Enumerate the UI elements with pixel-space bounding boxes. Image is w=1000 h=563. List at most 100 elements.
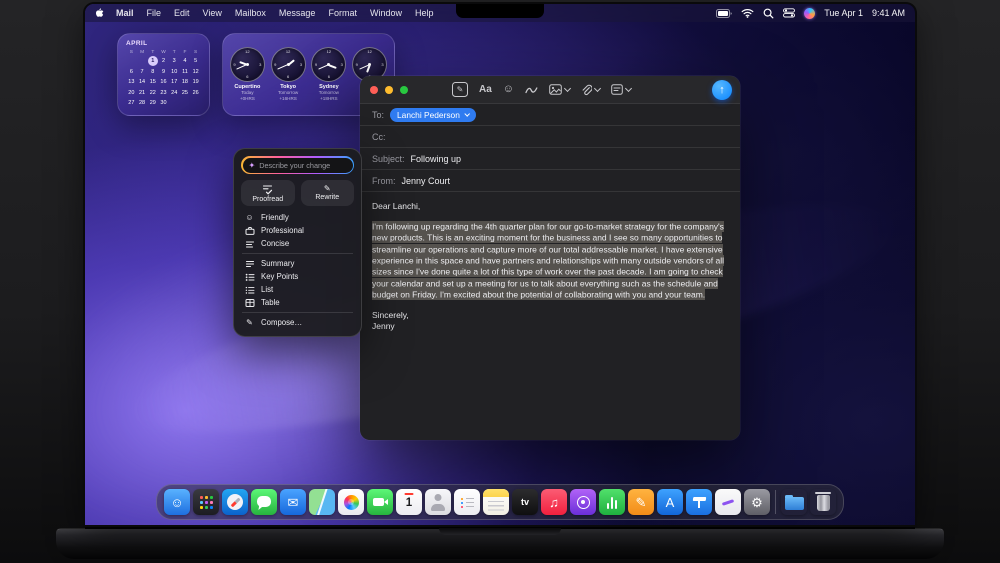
calendar-day[interactable]: 18 — [180, 77, 190, 88]
dock-trash[interactable] — [810, 489, 836, 515]
writing-tools-item-summary[interactable]: Summary — [241, 257, 354, 270]
cc-field[interactable]: Cc: — [360, 126, 740, 148]
dock-tv[interactable]: tv — [512, 489, 538, 515]
dock-app-store[interactable]: A — [657, 489, 683, 515]
calendar-day[interactable]: 16 — [158, 77, 168, 88]
calendar-day[interactable]: 17 — [169, 77, 179, 88]
spotlight-search-icon[interactable] — [763, 8, 774, 19]
dock-calendar[interactable]: 1 — [396, 489, 422, 515]
calendar-day[interactable]: 2 — [158, 56, 168, 67]
calendar-day[interactable]: 3 — [169, 56, 179, 67]
dock-downloads[interactable] — [781, 489, 807, 515]
calendar-day[interactable]: 19 — [191, 77, 201, 88]
format-icon[interactable]: Aa — [479, 84, 492, 95]
calendar-day[interactable]: 22 — [148, 88, 158, 99]
writing-tools-item-table[interactable]: Table — [241, 296, 354, 309]
menu-item-view[interactable]: View — [203, 8, 222, 18]
dock-messages[interactable] — [251, 489, 277, 515]
dock-finder[interactable]: ☺ — [164, 489, 190, 515]
menu-bar-clock[interactable]: 9:41 AM — [872, 8, 905, 18]
minimize-window-button[interactable] — [385, 86, 393, 94]
clock-sydney[interactable]: 12369SydneyTomorrow+18HRS — [309, 47, 349, 101]
calendar-day[interactable]: 14 — [137, 77, 147, 88]
dock-system-settings[interactable]: ⚙ — [744, 489, 770, 515]
emoji-icon[interactable]: ☺ — [503, 84, 514, 95]
menu-item-help[interactable]: Help — [415, 8, 434, 18]
from-field[interactable]: From: Jenny Court — [360, 170, 740, 192]
menu-item-file[interactable]: File — [147, 8, 162, 18]
calendar-day[interactable]: 25 — [180, 88, 190, 99]
calendar-day[interactable]: 8 — [148, 67, 158, 78]
calendar-day[interactable]: 21 — [137, 88, 147, 99]
dock-notes[interactable] — [483, 489, 509, 515]
proofread-button[interactable]: Proofread — [241, 180, 295, 206]
writing-tools-item-compose[interactable]: ✎ Compose… — [241, 316, 354, 329]
calendar-day[interactable]: 27 — [126, 98, 136, 109]
zoom-window-button[interactable] — [400, 86, 408, 94]
photo-browser-icon[interactable] — [549, 84, 570, 95]
menu-bar-date[interactable]: Tue Apr 1 — [824, 8, 863, 18]
dock-podcasts[interactable] — [570, 489, 596, 515]
calendar-day[interactable]: 6 — [126, 67, 136, 78]
dock-music[interactable]: ♫ — [541, 489, 567, 515]
dock-photos[interactable] — [338, 489, 364, 515]
siri-icon[interactable] — [804, 8, 815, 19]
text-scan-icon[interactable] — [611, 84, 631, 95]
writing-tools-item-friendly[interactable]: ☺ Friendly — [241, 211, 354, 224]
close-window-button[interactable] — [370, 86, 378, 94]
apple-menu-icon[interactable] — [95, 7, 105, 19]
calendar-day[interactable]: 9 — [158, 67, 168, 78]
calendar-day[interactable]: 24 — [169, 88, 179, 99]
clock-tokyo[interactable]: 12369TokyoTomorrow+16HRS — [268, 47, 308, 101]
calendar-day[interactable]: 29 — [148, 98, 158, 109]
writing-tools-item-professional[interactable]: Professional — [241, 224, 354, 237]
dock-maps[interactable] — [309, 489, 335, 515]
calendar-day[interactable]: 10 — [169, 67, 179, 78]
calendar-day[interactable]: 26 — [191, 88, 201, 99]
dock-freeform[interactable] — [715, 489, 741, 515]
rewrite-button[interactable]: ✎ Rewrite — [301, 180, 355, 206]
subject-field[interactable]: Subject: Following up — [360, 148, 740, 170]
calendar-day[interactable]: 12 — [191, 67, 201, 78]
clock-cupertino[interactable]: 12369CupertinoToday+0HRS — [227, 47, 267, 101]
calendar-day[interactable]: 7 — [137, 67, 147, 78]
menu-item-edit[interactable]: Edit — [174, 8, 190, 18]
to-field[interactable]: To: Lanchi Pederson — [360, 104, 740, 126]
writing-tools-toolbar-icon[interactable]: ✎ — [452, 82, 468, 97]
calendar-day[interactable]: 23 — [158, 88, 168, 99]
mail-body[interactable]: Dear Lanchi, I'm following up regarding … — [360, 192, 740, 342]
markup-icon[interactable] — [525, 85, 538, 95]
selected-text[interactable]: I'm following up regarding the 4th quart… — [372, 221, 724, 300]
send-button[interactable]: ↑ — [712, 80, 732, 100]
calendar-day[interactable]: 13 — [126, 77, 136, 88]
dock-pages[interactable]: ✎ — [628, 489, 654, 515]
calendar-day[interactable]: 15 — [148, 77, 158, 88]
attach-icon[interactable] — [581, 84, 600, 96]
menu-item-message[interactable]: Message — [279, 8, 316, 18]
calendar-day[interactable]: 5 — [191, 56, 201, 67]
dock-mail[interactable]: ✉ — [280, 489, 306, 515]
writing-tools-item-list[interactable]: List — [241, 283, 354, 296]
battery-icon[interactable] — [716, 9, 732, 18]
dock-contacts[interactable] — [425, 489, 451, 515]
dock-reminders[interactable] — [454, 489, 480, 515]
calendar-day[interactable]: 11 — [180, 67, 190, 78]
calendar-day[interactable]: 20 — [126, 88, 136, 99]
calendar-day[interactable]: 28 — [137, 98, 147, 109]
calendar-widget[interactable]: APRIL SMTWTFS 12345678910111213141516171… — [117, 33, 210, 116]
calendar-day[interactable]: 30 — [158, 98, 168, 109]
dock-safari[interactable] — [222, 489, 248, 515]
menu-item-mail[interactable]: Mail — [116, 8, 134, 18]
dock-facetime[interactable] — [367, 489, 393, 515]
dock-keynote[interactable] — [686, 489, 712, 515]
recipient-token[interactable]: Lanchi Pederson — [390, 108, 476, 122]
calendar-day[interactable]: 1 — [148, 56, 158, 66]
menu-item-format[interactable]: Format — [328, 8, 357, 18]
menu-item-mailbox[interactable]: Mailbox — [235, 8, 266, 18]
calendar-day[interactable]: 4 — [180, 56, 190, 67]
writing-tools-item-key-points[interactable]: Key Points — [241, 270, 354, 283]
writing-tools-item-concise[interactable]: Concise — [241, 237, 354, 250]
wifi-icon[interactable] — [741, 8, 754, 18]
dock-fitness[interactable] — [599, 489, 625, 515]
control-center-icon[interactable] — [783, 8, 795, 18]
